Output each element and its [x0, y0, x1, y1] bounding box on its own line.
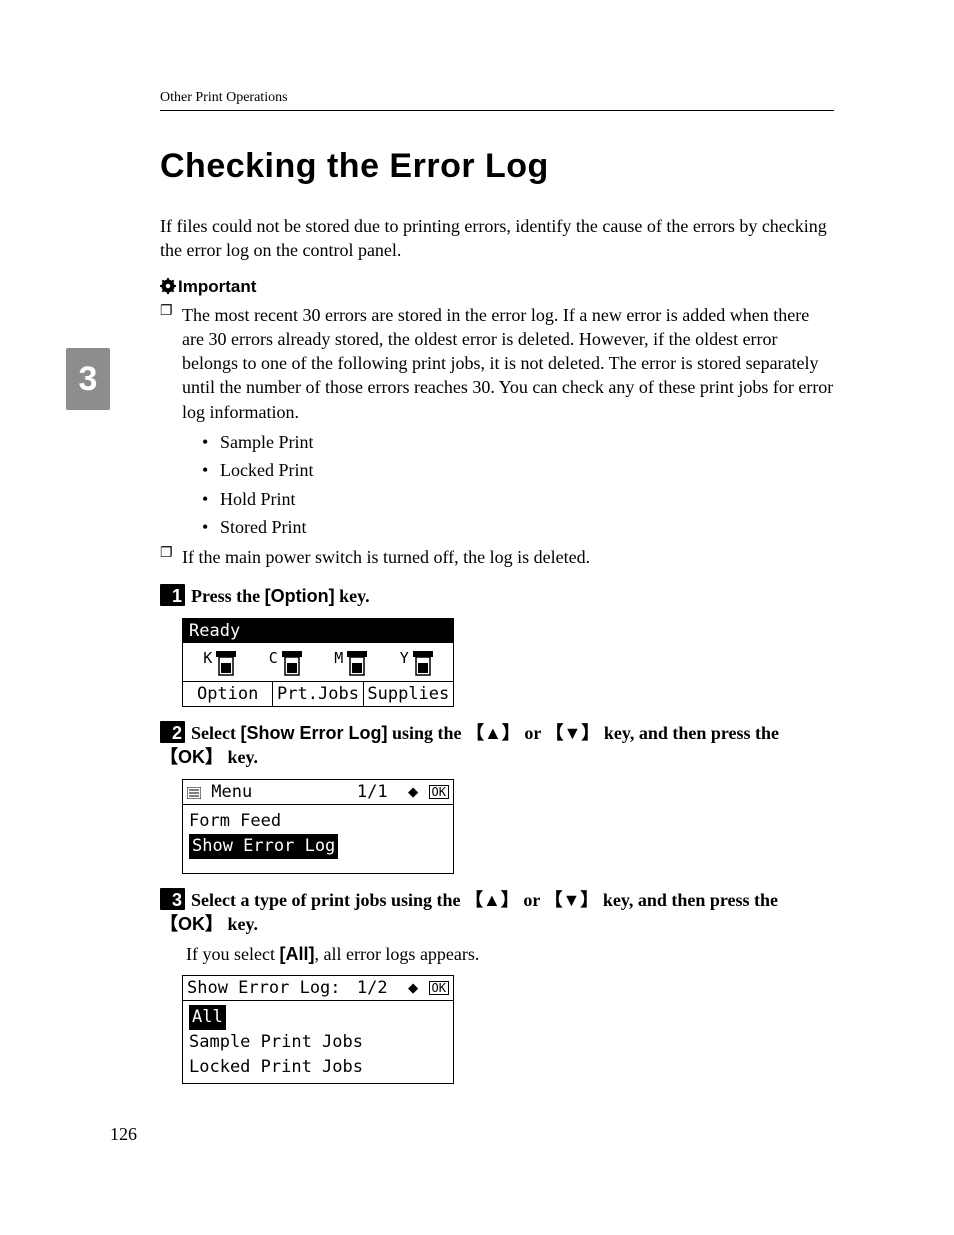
lcd-page-indicator: 1/1 [357, 782, 388, 802]
important-item: If the main power switch is turned off, … [160, 545, 834, 569]
lcd-menu-body: Form Feed Show Error Log [183, 805, 453, 872]
ok-icon: OK [429, 785, 449, 799]
step-text: Press the [191, 586, 265, 606]
menu-icon: Menu [187, 782, 252, 802]
note-text: , all error logs appears. [314, 944, 479, 964]
important-item-text: The most recent 30 errors are stored in … [182, 305, 833, 422]
step-text: using the [387, 723, 466, 743]
toner-k: K [203, 649, 236, 677]
running-head: Other Print Operations [160, 90, 834, 111]
step-2: 2 Select [Show Error Log] using the 【▲】 o… [160, 721, 834, 874]
gear-icon [160, 278, 176, 299]
step-text: key. [223, 747, 258, 767]
step-text: key, and then press the [598, 890, 778, 910]
page-title: Checking the Error Log [160, 147, 834, 186]
up-arrow-icon: 【▲】 [465, 890, 519, 910]
step-text: key, and then press the [599, 723, 779, 743]
down-arrow-icon: 【▼】 [545, 890, 599, 910]
toner-y: Y [400, 649, 433, 677]
lcd-toner-row: K C M Y [183, 643, 453, 681]
step-text: Select a type of print jobs using the [191, 890, 465, 910]
important-list: The most recent 30 errors are stored in … [160, 303, 834, 570]
lcd-errorlog-body: All Sample Print Jobs Locked Print Jobs [183, 1001, 453, 1083]
important-label: Important [178, 277, 256, 296]
toner-c: C [269, 649, 302, 677]
step-text: or [519, 890, 545, 910]
lcd-errorlog-head: Show Error Log: 1/2 ◆ OK [183, 976, 453, 1001]
lcd-menu-panel: Menu 1/1 ◆ OK Form Feed Show Error Log [182, 779, 454, 873]
job-type-list: Sample Print Locked Print Hold Print Sto… [202, 430, 834, 539]
lcd-menu-item[interactable]: Form Feed [189, 809, 447, 834]
job-type-item: Locked Print [202, 458, 834, 482]
lcd-menu-item-selected[interactable]: Show Error Log [189, 834, 338, 859]
step-2-text: 2 Select [Show Error Log] using the 【▲】 o… [160, 721, 834, 770]
important-item: The most recent 30 errors are stored in … [160, 303, 834, 540]
down-arrow-icon: 【▼】 [546, 723, 600, 743]
lcd-errorlog-title: Show Error Log: [187, 978, 341, 998]
toner-label: Y [400, 649, 409, 667]
lcd-errorlog-right: 1/2 ◆ OK [357, 978, 449, 998]
ok-icon: OK [429, 981, 449, 995]
step-text: key. [223, 914, 258, 934]
step-text: key. [335, 586, 370, 606]
job-type-item: Hold Print [202, 487, 834, 511]
page-number: 126 [110, 1124, 137, 1145]
lcd-button-option[interactable]: Option [183, 682, 273, 706]
intro-paragraph: If files could not be stored due to prin… [160, 214, 834, 263]
lcd-button-row: Option Prt.Jobs Supplies [183, 681, 453, 706]
lcd-menu-right: 1/1 ◆ OK [357, 782, 449, 802]
step-text: or [520, 723, 546, 743]
toner-m: M [334, 649, 367, 677]
ok-key: 【OK】 [160, 747, 223, 767]
lcd-list-item[interactable]: Locked Print Jobs [189, 1055, 447, 1080]
lcd-page-indicator: 1/2 [357, 978, 388, 998]
lcd-menu-title: Menu [211, 782, 252, 802]
step-text: Select [191, 723, 240, 743]
lcd-errorlog-panel: Show Error Log: 1/2 ◆ OK All Sample Prin… [182, 975, 454, 1084]
lcd-button-prtjobs[interactable]: Prt.Jobs [273, 682, 363, 706]
step-number-icon: 2 [160, 721, 185, 743]
step-number-icon: 1 [160, 584, 185, 606]
job-type-item: Sample Print [202, 430, 834, 454]
page-content: Other Print Operations Checking the Erro… [0, 0, 954, 1150]
step-3-text: 3 Select a type of print jobs using the 【… [160, 888, 834, 937]
job-type-item: Stored Print [202, 515, 834, 539]
step-3: 3 Select a type of print jobs using the 【… [160, 888, 834, 1085]
key-option: [Option] [265, 586, 335, 606]
important-heading: Important [160, 277, 834, 299]
lcd-button-supplies[interactable]: Supplies [364, 682, 453, 706]
lcd-menu-head: Menu 1/1 ◆ OK [183, 780, 453, 805]
lcd-status: Ready [183, 619, 453, 643]
step-number-icon: 3 [160, 888, 185, 910]
toner-label: K [203, 649, 212, 667]
step-1: 1 Press the [Option] key. Ready K C M Y [160, 584, 834, 707]
step-1-text: 1 Press the [Option] key. [160, 584, 834, 608]
updown-icon: ◆ [398, 782, 418, 802]
toner-label: M [334, 649, 343, 667]
key-all: [All] [279, 944, 314, 964]
chapter-tab: 3 [66, 348, 110, 410]
lcd-ready-panel: Ready K C M Y O [182, 618, 454, 707]
ok-key: 【OK】 [160, 914, 223, 934]
note-text: If you select [186, 944, 279, 964]
toner-label: C [269, 649, 278, 667]
lcd-list-item-selected[interactable]: All [189, 1005, 226, 1030]
up-arrow-icon: 【▲】 [466, 723, 520, 743]
key-show-error-log: [Show Error Log] [240, 723, 387, 743]
updown-icon: ◆ [398, 978, 418, 998]
lcd-list-item[interactable]: Sample Print Jobs [189, 1030, 447, 1055]
step-3-note: If you select [All], all error logs appe… [186, 944, 834, 965]
